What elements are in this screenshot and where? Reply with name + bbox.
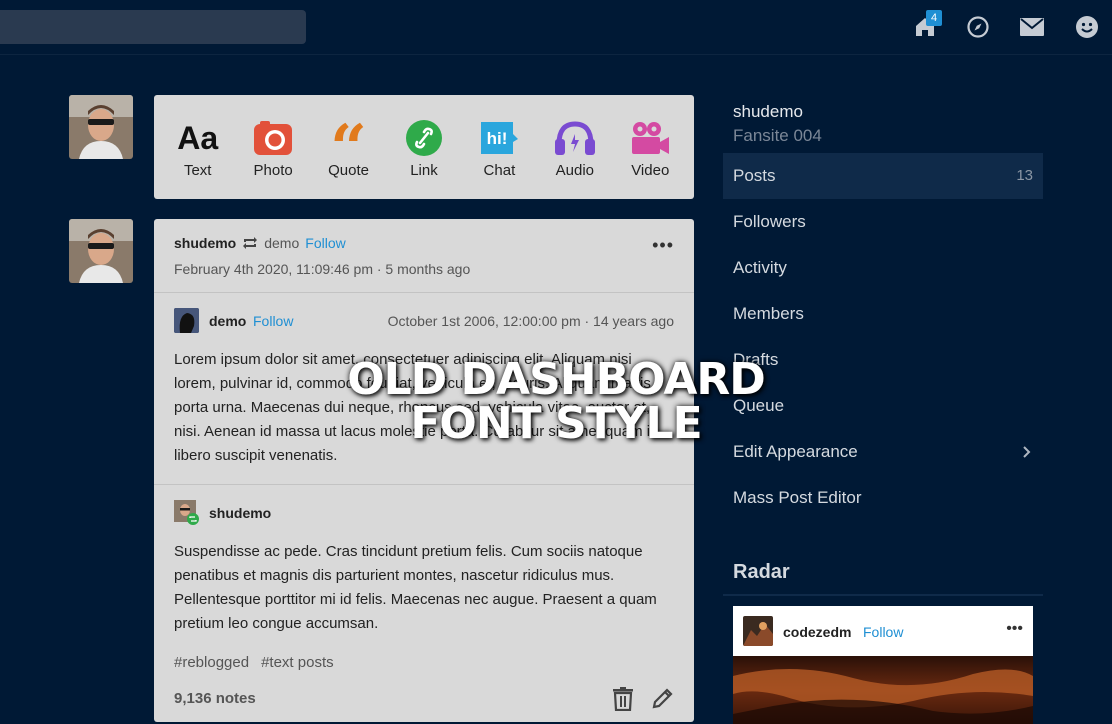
more-options-button[interactable]: ••• [652,235,674,256]
chat-icon: hi! [481,121,519,154]
sidebar-item-posts[interactable]: Posts 13 [723,153,1043,199]
avatar[interactable] [69,95,133,159]
video-camera-icon [632,121,670,154]
radar-card: codezedm Follow ••• [733,606,1033,724]
reblog-icon [243,237,258,249]
compass-icon [967,16,989,38]
post-type-quote[interactable]: “ Quote [314,116,384,179]
account-button[interactable] [1074,14,1100,40]
notification-badge: 4 [926,10,942,26]
explore-button[interactable] [965,14,991,40]
original-timestamp[interactable]: October 1st 2006, 12:00:00 pm · 14 years… [388,313,674,329]
home-button[interactable]: 4 [912,10,942,40]
post-type-video[interactable]: Video [615,116,685,179]
divider [723,594,1043,596]
chevron-right-icon [1023,446,1031,458]
blog-name[interactable]: shudemo [733,102,803,122]
posts-count: 13 [1016,167,1033,184]
radar-title: Radar [733,561,790,583]
tag[interactable]: #text posts [261,654,334,671]
link-icon [405,119,442,156]
follow-button[interactable]: Follow [305,235,345,251]
original-author[interactable]: demo [209,313,246,329]
radar-more-button[interactable]: ••• [1006,620,1023,638]
mail-icon [1020,18,1044,36]
top-bar: 4 [0,0,1112,55]
post-author-avatar[interactable] [69,219,133,283]
reblog-author[interactable]: shudemo [209,505,271,521]
headphones-icon [554,120,595,155]
post-type-bar: Aa Text Photo “ Quote Link hi! Chat Audi… [154,95,694,199]
post-type-audio[interactable]: Audio [540,116,610,179]
reblog-body: Suspendisse ac pede. Cras tincidunt pret… [174,543,657,632]
search-input[interactable] [0,10,306,44]
quote-icon: “ [330,120,367,156]
sidebar-item-members[interactable]: Members [723,291,1043,337]
radar-author-avatar[interactable] [743,616,773,646]
reblog-comment: shudemo Suspendisse ac pede. Cras tincid… [154,484,694,722]
reblog-author-avatar[interactable] [174,500,199,525]
blog-title: Fansite 004 [733,126,822,145]
post-timestamp[interactable]: February 4th 2020, 11:09:46 pm · 5 month… [174,261,470,277]
post-type-photo[interactable]: Photo [238,116,308,179]
original-author-avatar[interactable] [174,308,199,333]
notes-count[interactable]: 9,136 notes [174,690,256,707]
post-author[interactable]: shudemo [174,235,236,251]
camera-icon [254,120,293,155]
sidebar-item-activity[interactable]: Activity [723,245,1043,291]
post-type-link[interactable]: Link [389,116,459,179]
tag[interactable]: #reblogged [174,654,249,671]
sidebar-item-followers[interactable]: Followers [723,199,1043,245]
post-card: shudemo demo Follow February 4th 2020, 1… [154,219,694,722]
radar-image[interactable] [733,656,1033,724]
radar-follow-button[interactable]: Follow [863,624,903,640]
sidebar-item-mass-post-editor[interactable]: Mass Post Editor [723,475,1043,521]
original-follow-button[interactable]: Follow [253,313,293,329]
edit-icon[interactable] [652,687,674,709]
svg-text:hi!: hi! [487,129,508,148]
delete-icon[interactable] [612,687,634,711]
smiley-icon [1076,16,1098,38]
reblogged-from[interactable]: demo [264,235,299,251]
messages-button[interactable] [1019,14,1045,40]
post-type-text[interactable]: Aa Text [163,116,233,179]
radar-author[interactable]: codezedm [783,624,851,640]
post-type-chat[interactable]: hi! Chat [464,116,534,179]
text-icon: Aa [177,119,219,156]
overlay-caption: OLD DASHBOARD FONT STYLE [347,354,766,449]
